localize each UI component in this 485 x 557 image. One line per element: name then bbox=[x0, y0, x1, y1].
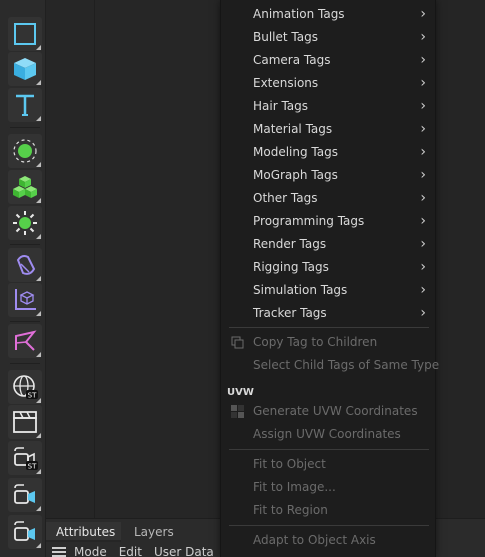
hamburger-menu-icon[interactable] bbox=[52, 547, 66, 557]
menu-item-modeling-tags[interactable]: Modeling Tags › bbox=[221, 141, 435, 164]
menu-divider bbox=[229, 327, 429, 328]
menu-item-assign-uvw[interactable]: Assign UVW Coordinates bbox=[221, 423, 435, 446]
generator-icon[interactable] bbox=[8, 206, 42, 240]
text-spline-icon[interactable] bbox=[8, 88, 42, 122]
chevron-right-icon: › bbox=[420, 282, 426, 298]
chevron-right-icon: › bbox=[420, 144, 426, 160]
camera-2-icon[interactable] bbox=[8, 515, 42, 549]
spline-pen-icon[interactable] bbox=[8, 324, 42, 358]
right-panel bbox=[436, 0, 485, 557]
menu-item-generate-uvw[interactable]: Generate UVW Coordinates bbox=[221, 400, 435, 423]
cloner-icon[interactable] bbox=[8, 170, 42, 204]
menu-item-animation-tags[interactable]: Animation Tags › bbox=[221, 3, 435, 26]
copy-tag-icon bbox=[231, 336, 244, 349]
uvw-section-header: UVW bbox=[227, 387, 254, 398]
menu-item-adapt-to-object-axis[interactable]: Adapt to Object Axis bbox=[221, 529, 435, 552]
chevron-right-icon: › bbox=[420, 6, 426, 22]
menu-item-fit-to-object[interactable]: Fit to Object bbox=[221, 453, 435, 476]
camera-st-icon[interactable]: ST bbox=[8, 441, 42, 475]
menu-item-copy-tag-to-children[interactable]: Copy Tag to Children bbox=[221, 331, 435, 354]
deformer-icon[interactable] bbox=[8, 248, 42, 282]
chevron-right-icon: › bbox=[420, 121, 426, 137]
chevron-right-icon: › bbox=[420, 305, 426, 321]
object-manager-area bbox=[46, 0, 220, 518]
attributes-menubar: Mode Edit User Data bbox=[46, 545, 226, 557]
menu-item-extensions[interactable]: Extensions › bbox=[221, 72, 435, 95]
menu-item-fit-to-image[interactable]: Fit to Image... bbox=[221, 476, 435, 499]
null-object-icon[interactable] bbox=[8, 134, 42, 168]
environment-sky-icon[interactable]: ST bbox=[8, 370, 42, 404]
menu-item-select-child-tags[interactable]: Select Child Tags of Same Type bbox=[221, 354, 439, 377]
camera-icon[interactable] bbox=[8, 478, 42, 512]
chevron-right-icon: › bbox=[420, 52, 426, 68]
menu-edit[interactable]: Edit bbox=[119, 545, 142, 557]
menu-item-material-tags[interactable]: Material Tags › bbox=[221, 118, 435, 141]
tab-layers[interactable]: Layers bbox=[124, 522, 184, 542]
menu-item-programming-tags[interactable]: Programming Tags › bbox=[221, 210, 435, 233]
column-divider bbox=[94, 0, 95, 518]
chevron-right-icon: › bbox=[420, 167, 426, 183]
menu-divider bbox=[229, 525, 429, 526]
chevron-right-icon: › bbox=[420, 259, 426, 275]
chevron-right-icon: › bbox=[420, 75, 426, 91]
menu-item-render-tags[interactable]: Render Tags › bbox=[221, 233, 435, 256]
scene-clapper-icon[interactable] bbox=[8, 405, 42, 439]
chevron-right-icon: › bbox=[420, 98, 426, 114]
cube-primitive-icon[interactable] bbox=[8, 52, 42, 86]
cube-outline-icon[interactable] bbox=[8, 17, 42, 51]
menu-item-rigging-tags[interactable]: Rigging Tags › bbox=[221, 256, 435, 279]
menu-divider bbox=[229, 449, 429, 450]
menu-item-mograph-tags[interactable]: MoGraph Tags › bbox=[221, 164, 435, 187]
chevron-right-icon: › bbox=[420, 236, 426, 252]
menu-mode[interactable]: Mode bbox=[74, 545, 107, 557]
field-icon[interactable] bbox=[8, 283, 42, 317]
uvw-checker-icon bbox=[231, 405, 244, 418]
chevron-right-icon: › bbox=[420, 190, 426, 206]
menu-item-fit-to-region[interactable]: Fit to Region bbox=[221, 499, 435, 522]
object-toolbar: ST ST bbox=[0, 0, 46, 557]
tab-attributes[interactable]: Attributes bbox=[46, 522, 121, 542]
menu-item-hair-tags[interactable]: Hair Tags › bbox=[221, 95, 435, 118]
chevron-right-icon: › bbox=[420, 213, 426, 229]
tags-context-menu: Animation Tags › Bullet Tags › Camera Tags… bbox=[220, 0, 439, 557]
chevron-right-icon: › bbox=[420, 29, 426, 45]
menu-item-bullet-tags[interactable]: Bullet Tags › bbox=[221, 26, 435, 49]
menu-item-simulation-tags[interactable]: Simulation Tags › bbox=[221, 279, 435, 302]
menu-item-tracker-tags[interactable]: Tracker Tags › bbox=[221, 302, 435, 325]
menu-user-data[interactable]: User Data bbox=[154, 545, 214, 557]
menu-item-other-tags[interactable]: Other Tags › bbox=[221, 187, 435, 210]
menu-item-camera-tags[interactable]: Camera Tags › bbox=[221, 49, 435, 72]
